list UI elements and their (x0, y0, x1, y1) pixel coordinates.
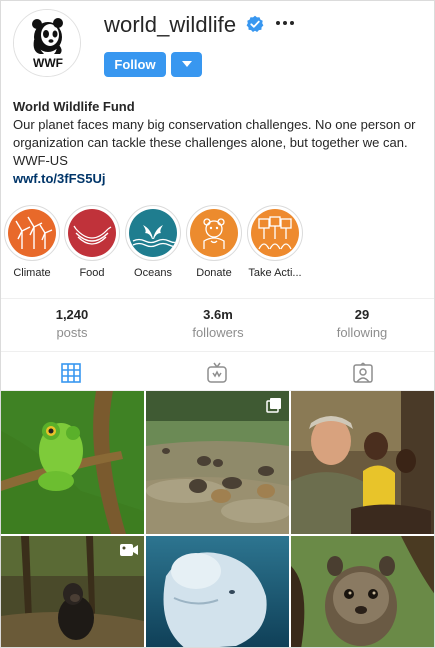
tagged-person-icon[interactable] (351, 361, 375, 385)
stat-posts[interactable]: 1,240 posts (12, 307, 132, 340)
post-elephants[interactable] (146, 391, 289, 534)
stat-label: following (336, 325, 388, 340)
highlight-climate[interactable]: Climate (1, 205, 63, 279)
post-beluga[interactable] (146, 536, 289, 647)
post-frog[interactable] (1, 391, 144, 534)
stat-value: 3.6m (203, 307, 233, 322)
profile-page: WWF world_wildlife Follow World Wildlife… (0, 0, 435, 648)
post-image (291, 391, 434, 534)
bananas-icon (73, 225, 112, 245)
highlight-label: Donate (196, 267, 232, 279)
tv-icon[interactable] (205, 361, 229, 385)
profile-avatar[interactable]: WWF (13, 9, 81, 77)
post-binturong[interactable] (291, 536, 434, 647)
highlight-take-action[interactable]: Take Acti... (244, 205, 306, 279)
profile-website-link[interactable]: wwf.to/3fFS5Uj (13, 170, 423, 188)
stat-value: 29 (354, 307, 370, 322)
highlight-oceans[interactable]: Oceans (122, 205, 184, 279)
highlight-label: Climate (13, 267, 51, 279)
suggested-accounts-dropdown-button[interactable] (171, 52, 202, 77)
whale-tail-icon (132, 225, 177, 248)
wwf-panda-logo: WWF (14, 10, 80, 76)
post-chimpanzee[interactable] (1, 536, 144, 647)
wind-turbine-icon (15, 216, 53, 249)
post-people[interactable] (291, 391, 434, 534)
profile-bio: World Wildlife Fund Our planet faces man… (13, 98, 423, 188)
stat-label: followers (192, 325, 244, 340)
highlight-label: Food (79, 267, 105, 279)
stat-label: posts (56, 325, 88, 340)
more-options-icon[interactable] (273, 9, 297, 33)
post-image (146, 536, 289, 647)
highlight-label: Oceans (134, 267, 172, 279)
multiple-posts-icon (266, 398, 281, 413)
profile-full-name: World Wildlife Fund (13, 99, 135, 114)
video-icon (120, 544, 138, 556)
stat-followers[interactable]: 3.6m followers (158, 307, 278, 340)
story-highlights: Climate Food Oceans Donate Take Acti... (1, 205, 434, 285)
post-image (1, 391, 144, 534)
verified-badge-icon (246, 15, 264, 33)
protest-signs-icon (258, 216, 292, 250)
profile-bio-text: Our planet faces many big conservation c… (13, 117, 416, 168)
highlight-food[interactable]: Food (61, 205, 123, 279)
svg-text:WWF: WWF (33, 56, 63, 70)
posts-grid (1, 391, 434, 647)
stat-value: 1,240 (55, 307, 89, 322)
highlight-donate[interactable]: Donate (183, 205, 245, 279)
divider (1, 298, 434, 299)
stat-following[interactable]: 29 following (302, 307, 422, 340)
highlight-label: Take Acti... (248, 267, 302, 279)
divider (1, 351, 434, 352)
grid-icon[interactable] (59, 361, 83, 385)
panda-heart-icon (203, 218, 225, 249)
profile-username: world_wildlife (104, 12, 237, 37)
follow-button[interactable]: Follow (104, 52, 166, 77)
post-image (291, 536, 434, 647)
